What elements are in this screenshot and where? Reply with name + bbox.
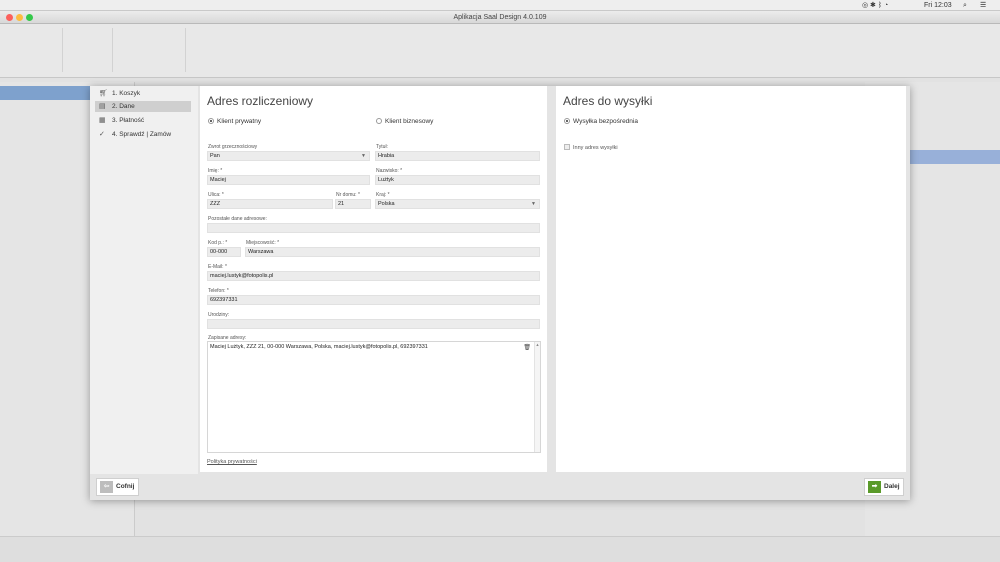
- country-label: Kraj: *: [376, 192, 390, 198]
- cart-icon: 🛒︎: [99, 90, 108, 97]
- step-label: 3. Płatność: [112, 117, 145, 124]
- checkout-steps: 🛒︎ 1. Koszyk ▤ 2. Dane ▦ 3. Płatność ✓ 4…: [90, 86, 198, 474]
- window-titlebar: Aplikacja Saal Design 4.0.109: [0, 11, 1000, 24]
- menu-bar: ◎ ✱ ᛒ ◔ Fri 12:03 ⌕ ☰: [0, 0, 1000, 11]
- privacy-policy-link[interactable]: Polityka prywatności: [207, 459, 257, 465]
- radio-business-customer[interactable]: Klient biznesowy: [376, 118, 433, 125]
- zip-field[interactable]: 00-000: [207, 247, 241, 257]
- title-field[interactable]: Hrabia: [375, 151, 540, 161]
- shipping-title: Adres do wysyłki: [563, 94, 653, 108]
- clock[interactable]: Fri 12:03: [924, 0, 952, 11]
- spotlight-icon[interactable]: ⌕: [963, 0, 967, 11]
- phone-label: Telefon: *: [208, 288, 229, 294]
- house-number-field[interactable]: 21: [335, 199, 371, 209]
- billing-title: Adres rozliczeniowy: [207, 94, 314, 108]
- email-label: E-Mail: *: [208, 264, 227, 270]
- salutation-label: Zwrot grzecznościowy: [208, 144, 258, 150]
- status-icons: ◎ ✱ ᛒ ◔: [862, 2, 889, 9]
- step-data[interactable]: ▤ 2. Dane: [95, 101, 191, 112]
- window-title: Aplikacja Saal Design 4.0.109: [453, 14, 547, 21]
- city-field[interactable]: Warszawa: [245, 247, 540, 257]
- firstname-label: Imię: *: [208, 168, 223, 174]
- back-button[interactable]: ⇦ Cofnij: [96, 478, 139, 496]
- birthday-field[interactable]: [207, 319, 540, 329]
- zip-label: Kod p.: *: [208, 240, 228, 246]
- scrollbar[interactable]: ▲: [534, 342, 540, 452]
- other-address-field[interactable]: [207, 223, 540, 233]
- street-label: Ulica: *: [208, 192, 224, 198]
- country-select[interactable]: Polska ▼: [375, 199, 540, 209]
- step-label: 2. Dane: [112, 103, 135, 110]
- step-payment[interactable]: ▦ 3. Płatność: [95, 115, 191, 126]
- billing-address-panel: Adres rozliczeniowy Klient prywatny Klie…: [200, 86, 547, 472]
- saved-address-item[interactable]: Maciej Lużtyk, ZZZ 21, 00-000 Warszawa, …: [210, 344, 428, 350]
- title-label: Tytuł:: [376, 144, 388, 150]
- other-address-label: Pozostałe dane adresowe:: [208, 216, 267, 222]
- step-review-order[interactable]: ✓ 4. Sprawdź | Zamów: [95, 129, 191, 140]
- checkout-dialog: 🛒︎ 1. Koszyk ▤ 2. Dane ▦ 3. Płatność ✓ 4…: [90, 86, 910, 500]
- arrow-right-icon: ➡: [868, 481, 881, 493]
- arrow-left-icon: ⇦: [100, 481, 113, 493]
- lastname-label: Nazwisko: *: [376, 168, 403, 174]
- next-button[interactable]: ➡ Dalej: [864, 478, 904, 496]
- email-field[interactable]: maciej.lustyk@fotopolis.pl: [207, 271, 540, 281]
- firstname-field[interactable]: Maciej: [207, 175, 370, 185]
- step-label: 4. Sprawdź | Zamów: [112, 131, 172, 138]
- trash-icon[interactable]: 🗑︎: [523, 344, 531, 351]
- step-label: 1. Koszyk: [112, 90, 141, 97]
- notification-center-icon[interactable]: ☰: [980, 0, 986, 11]
- payment-icon: ▦: [99, 117, 106, 124]
- saved-addresses-list[interactable]: Maciej Lużtyk, ZZZ 21, 00-000 Warszawa, …: [207, 341, 541, 453]
- step-cart[interactable]: 🛒︎ 1. Koszyk: [95, 88, 191, 99]
- salutation-select[interactable]: Pan ▼: [207, 151, 370, 161]
- birthday-label: Urodziny:: [208, 312, 230, 318]
- phone-field[interactable]: 692397331: [207, 295, 540, 305]
- city-label: Miejscowość: *: [246, 240, 280, 246]
- form-icon: ▤: [99, 103, 106, 110]
- radio-private-customer[interactable]: Klient prywatny: [208, 118, 261, 125]
- other-shipping-address-checkbox[interactable]: Inny adres wysyłki: [564, 144, 618, 151]
- chevron-down-icon: ▼: [361, 153, 366, 159]
- lastname-field[interactable]: Lużtyk: [375, 175, 540, 185]
- street-field[interactable]: ZZZ: [207, 199, 333, 209]
- house-number-label: Nr domu: *: [336, 192, 360, 198]
- shipping-address-panel: Adres do wysyłki Wysyłka bezpośrednia In…: [556, 86, 906, 472]
- checkmark-icon: ✓: [99, 131, 105, 138]
- radio-direct-shipping[interactable]: Wysyłka bezpośrednia: [564, 118, 638, 125]
- chevron-down-icon: ▼: [531, 201, 536, 207]
